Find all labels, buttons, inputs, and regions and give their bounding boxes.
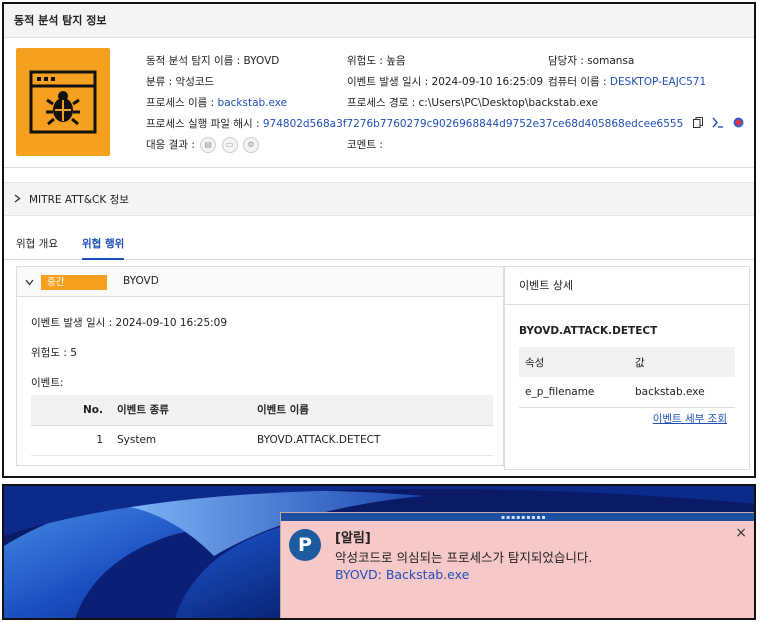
google-icon[interactable] (754, 117, 755, 131)
event-time-value: 2024-09-10 16:25:09 (431, 76, 544, 88)
event-time-text: 이벤트 발생 일시 : 2024-09-10 16:25:09 (31, 317, 228, 329)
response-row: 대응 결과 : ▤ ▭ ⚙ (146, 137, 259, 153)
behavior-card-header[interactable]: 중간 BYOVD (17, 267, 503, 297)
col-event-type: 이벤트 종류 (111, 395, 251, 426)
desktop-background: ▪▪▪▪▪▪▪▪▪ P [알림] 악성코드로 의심되는 프로세스가 탐지되었습니… (2, 484, 756, 620)
chevron-down-icon[interactable] (25, 276, 34, 289)
monitor-icon[interactable]: ▭ (221, 137, 238, 153)
hash-value[interactable]: 974802d568a3f7276b7760279c9026968844d975… (263, 118, 683, 130)
col-value: 값 (629, 347, 735, 377)
comment-key: 코멘트 : (347, 139, 383, 151)
owner-row: 담당자 : somansa (548, 53, 634, 68)
events-label: 이벤트: (31, 377, 64, 389)
event-time-key: 이벤트 발생 일시 : (347, 76, 429, 88)
detection-panel: 동적 분석 탐지 정보 동적 분석 탐지 이름 : BYOVD 분류: 악성코… (2, 2, 756, 478)
cell-event-type: System (111, 425, 251, 456)
mitre-section-toggle[interactable]: MITRE ATT&CK 정보 (4, 182, 754, 216)
severity-badge: 중간 (41, 275, 107, 290)
table-row: e_p_filename backstab.exe (519, 377, 735, 408)
category-value: 악성코드 (175, 76, 215, 88)
event-detail-title: 이벤트 상세 (505, 267, 749, 305)
hash-key: 프로세스 실행 파일 해시 : (146, 118, 260, 130)
col-event-name: 이벤트 이름 (251, 395, 493, 426)
cell-event-name: BYOVD.ATTACK.DETECT (251, 425, 493, 456)
chevron-right-icon (14, 183, 21, 217)
drag-handle-icon[interactable]: ▪▪▪▪▪▪▪▪▪ (501, 514, 547, 521)
event-time-row: 이벤트 발생 일시 : 2024-09-10 16:25:09 (347, 74, 543, 89)
risk-score-text: 위험도 : 5 (31, 347, 77, 359)
toast-title: [알림] (335, 531, 371, 546)
toast-message: 악성코드로 의심되는 프로세스가 탐지되었습니다. (335, 550, 593, 565)
owner-key: 담당자 : (548, 55, 584, 67)
risk-row: 위험도 : 높음 (347, 53, 406, 68)
detection-name-key: 동적 분석 탐지 이름 : (146, 55, 241, 67)
computer-key: 컴퓨터 이름 : (548, 76, 607, 88)
event-detail-subtitle: BYOVD.ATTACK.DETECT (519, 325, 658, 337)
table-row[interactable]: 1 System BYOVD.ATTACK.DETECT (31, 425, 493, 456)
response-key: 대응 결과 : (146, 139, 195, 151)
risk-value: 높음 (386, 55, 406, 67)
process-path-row: 프로세스 경로 : c:\Users\PC\Desktop\backstab.e… (347, 95, 598, 110)
close-icon[interactable]: × (735, 525, 747, 541)
category-key: 분류 : (146, 76, 173, 88)
category-row: 분류 : 악성코드 (146, 74, 214, 89)
comment-row: 코멘트 : (347, 137, 383, 152)
cell-attribute: e_p_filename (519, 377, 629, 408)
risk-key: 위험도 : (347, 55, 383, 67)
process-name-link[interactable]: backstab.exe (218, 97, 288, 109)
terminal-icon[interactable] (712, 117, 724, 131)
cell-no: 1 (31, 425, 111, 456)
cell-value: backstab.exe (629, 377, 735, 408)
tab-threat-overview[interactable]: 위협 개요 (16, 236, 58, 260)
owner-value: somansa (587, 55, 635, 67)
process-path-value: c:\Users\PC\Desktop\backstab.exe (418, 97, 598, 109)
process-path-key: 프로세스 경로 : (347, 97, 416, 109)
col-no: No. (31, 395, 111, 426)
mitre-label: MITRE ATT&CK 정보 (29, 194, 129, 206)
events-table: No. 이벤트 종류 이벤트 이름 1 System BYOVD.ATTACK.… (31, 395, 493, 456)
computer-link[interactable]: DESKTOP-EAJC571 (610, 76, 706, 88)
detection-info: 동적 분석 탐지 이름 : BYOVD 분류 : 악성코드 프로세스 이름 : … (4, 38, 754, 168)
tab-threat-behavior[interactable]: 위협 행위 (82, 236, 125, 260)
computer-row: 컴퓨터 이름 : DESKTOP-EAJC571 (548, 74, 706, 89)
event-detail-link[interactable]: 이벤트 세부 조회 (653, 411, 727, 426)
behavior-name: BYOVD (123, 275, 159, 287)
app-logo: P (289, 529, 321, 561)
hash-row: 프로세스 실행 파일 해시 : 974802d568a3f7276b776027… (146, 116, 755, 131)
panel-title: 동적 분석 탐지 정보 (4, 4, 754, 38)
col-attribute: 속성 (519, 347, 629, 377)
gear-icon[interactable]: ⚙ (242, 137, 259, 153)
virustotal-icon[interactable] (733, 117, 744, 131)
detection-name-value: BYOVD (243, 55, 280, 67)
toast-source-link[interactable]: BYOVD: Backstab.exe (335, 567, 469, 582)
document-icon[interactable]: ▤ (200, 137, 217, 153)
event-detail-card: 이벤트 상세 BYOVD.ATTACK.DETECT 속성 값 e_p_file… (504, 266, 750, 470)
tab-bar: 위협 개요 위협 행위 (4, 230, 754, 260)
bug-icon (29, 70, 97, 134)
process-name-row: 프로세스 이름 : backstab.exe (146, 95, 287, 110)
detection-name-row: 동적 분석 탐지 이름 : BYOVD (146, 53, 279, 68)
process-name-key: 프로세스 이름 : (146, 97, 215, 109)
event-detail-table: 속성 값 e_p_filename backstab.exe (519, 347, 735, 408)
behavior-card: 중간 BYOVD 이벤트 발생 일시 : 2024-09-10 16:25:09… (16, 266, 504, 466)
copy-icon[interactable] (692, 117, 703, 131)
alert-toast[interactable]: ▪▪▪▪▪▪▪▪▪ P [알림] 악성코드로 의심되는 프로세스가 탐지되었습니… (280, 512, 754, 618)
malware-thumbnail (16, 48, 110, 156)
